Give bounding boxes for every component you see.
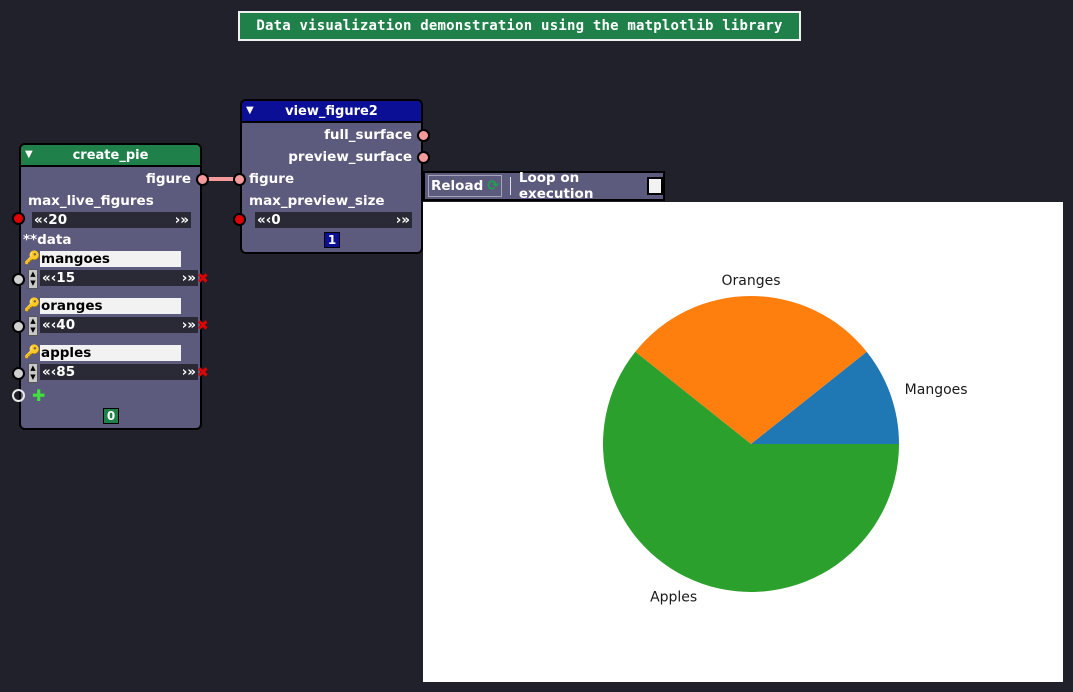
entry-value: 15 [56,270,76,286]
increment-icon[interactable]: ›» [182,364,196,380]
title-banner: Data visualization demonstration using t… [238,11,801,41]
decrement-icon[interactable]: «‹40 [42,317,75,333]
pie-chart: Mangoes Oranges Apples [603,273,968,606]
reorder-spinner[interactable]: ▲ ▼ [28,316,38,336]
node-header[interactable]: ▼ view_figure2 [242,101,421,123]
node-title: view_figure2 [285,103,378,119]
param-label-max-preview-size: max_preview_size [249,193,385,209]
entry-value-input[interactable]: «‹85 ›» [40,364,198,380]
decrement-icon[interactable]: «‹85 [42,364,75,380]
execution-count-badge: 0 [103,408,119,424]
key-icon: 🔑 [24,251,41,266]
output-socket-figure[interactable] [196,173,209,186]
increment-icon[interactable]: ›» [396,212,410,228]
execution-count-badge: 1 [324,232,340,248]
increment-icon[interactable]: ›» [182,317,196,333]
kwargs-label: **data [23,232,72,248]
reorder-spinner[interactable]: ▲ ▼ [28,363,38,383]
entry-key-input[interactable]: oranges [40,298,181,314]
max-preview-size-value: 0 [271,212,281,228]
output-socket-full-surface[interactable] [417,129,430,142]
loop-on-execution-checkbox[interactable] [646,177,663,195]
entry-key-input[interactable]: mangoes [40,251,181,267]
output-label-preview-surface: preview_surface [288,149,412,165]
entry-socket[interactable] [12,367,25,380]
node-create-pie[interactable]: ▼ create_pie figure max_live_figures «‹2… [12,143,209,430]
pie-label-apples: Apples [650,590,697,606]
reload-button[interactable]: Reload ⟳ [428,175,502,197]
pie-label-mangoes: Mangoes [905,382,968,398]
input-label-figure: figure [249,171,295,187]
remove-entry-icon[interactable]: ✖ [197,365,209,381]
loop-on-execution-label: Loop on execution [518,170,594,202]
remove-entry-icon[interactable]: ✖ [197,318,209,334]
increment-icon[interactable]: ›» [182,270,196,286]
entry-key-input[interactable]: apples [40,345,181,361]
input-socket-max-preview-size[interactable] [233,213,246,226]
entry-value: 85 [56,364,76,380]
entry-value-input[interactable]: «‹40 ›» [40,317,198,333]
entry-socket[interactable] [12,320,25,333]
entry-value-input[interactable]: «‹15 ›» [40,270,198,286]
decrement-icon[interactable]: «‹0 [257,212,281,228]
figure-preview: Mangoes Oranges Apples [423,202,1063,682]
pie-label-oranges: Oranges [721,273,780,289]
reorder-spinner[interactable]: ▲ ▼ [28,269,38,289]
input-socket-figure[interactable] [233,173,246,186]
entry-value: 40 [56,317,76,333]
node-view-figure2[interactable]: ▼ view_figure2 full_surface preview_surf… [233,99,430,254]
key-icon: 🔑 [24,345,41,360]
increment-icon[interactable]: ›» [175,212,189,228]
output-label-figure: figure [145,171,191,187]
add-entry-socket[interactable] [12,389,25,402]
reload-label: Reload [431,178,484,194]
decrement-icon[interactable]: «‹15 [42,270,75,286]
output-label-full-surface: full_surface [324,127,412,143]
input-socket-max-live-figures[interactable] [12,212,25,225]
max-live-figures-value: 20 [48,212,68,228]
entry-socket[interactable] [12,273,25,286]
max-live-figures-input[interactable]: «‹20 ›» [32,212,191,228]
decrement-icon[interactable]: «‹20 [34,212,67,228]
key-icon: 🔑 [24,298,41,313]
collapse-icon[interactable]: ▼ [246,105,254,116]
node-header[interactable]: ▼ create_pie [21,145,200,167]
output-socket-preview-surface[interactable] [417,151,430,164]
collapse-icon[interactable]: ▼ [25,149,33,160]
add-entry-icon[interactable]: ✚ [32,386,45,405]
node-title: create_pie [72,147,149,163]
viewer-toolbar: Reload ⟳ Loop on execution [423,170,665,202]
reload-icon: ⟳ [487,178,499,194]
param-label-max-live-figures: max_live_figures [28,193,154,209]
max-preview-size-input[interactable]: «‹0 ›» [255,212,412,228]
remove-entry-icon[interactable]: ✖ [197,271,209,287]
toolbar-separator [509,177,511,195]
